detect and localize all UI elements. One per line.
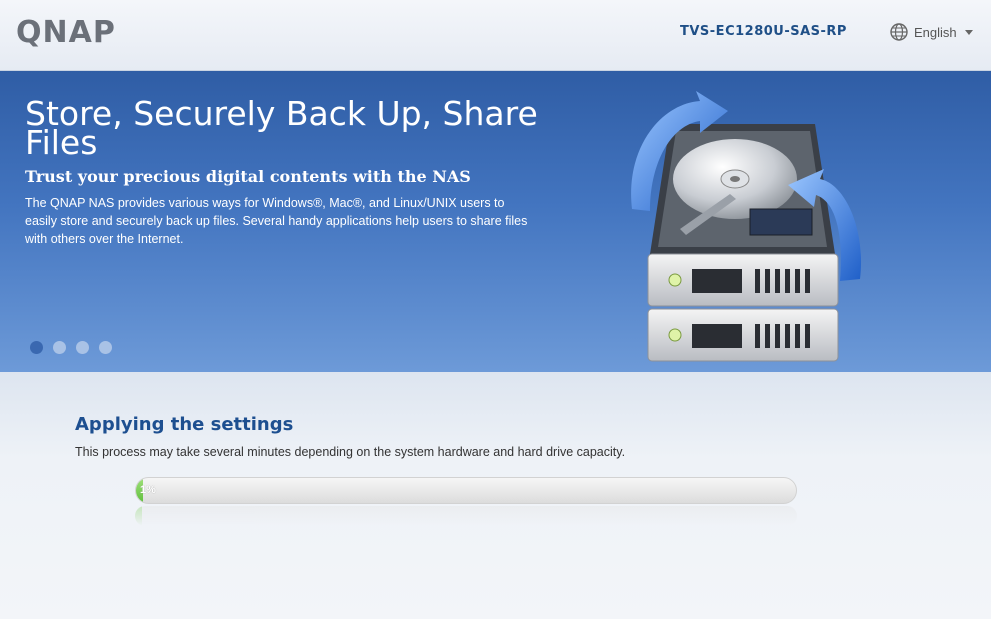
banner-slide: Store, Securely Back Up, Share Files Tru… [0,71,991,372]
progress-reflection [135,506,797,526]
slide-dot-4[interactable] [99,341,112,354]
slide-dot-1[interactable] [30,341,43,354]
progress-text: 1% [140,484,156,496]
header: QNAP TVS-EC1280U-SAS-RP English [0,0,991,71]
banner-description: The QNAP NAS provides various ways for W… [25,196,528,246]
model-name: TVS-EC1280U-SAS-RP [680,24,847,39]
slide-pagination [30,341,112,354]
status-description: This process may take several minutes de… [75,445,626,459]
nas-backup-icon [631,91,862,362]
language-label: English [914,24,957,40]
slide-dot-3[interactable] [76,341,89,354]
chevron-down-icon [964,29,973,35]
page-title: Applying the settings [75,414,294,435]
qnap-logo: QNAP [16,15,116,50]
progress-bar: 1% [135,477,797,504]
banner-subtitle: Trust your precious digital contents wit… [25,167,471,186]
globe-icon [890,23,908,41]
language-selector[interactable]: English [890,21,973,43]
slide-dot-2[interactable] [53,341,66,354]
banner-title: Store, Securely Back Up, Share Files [25,94,538,162]
status-panel: Applying the settings This process may t… [0,372,991,619]
progress-reflection-fill [135,506,142,526]
